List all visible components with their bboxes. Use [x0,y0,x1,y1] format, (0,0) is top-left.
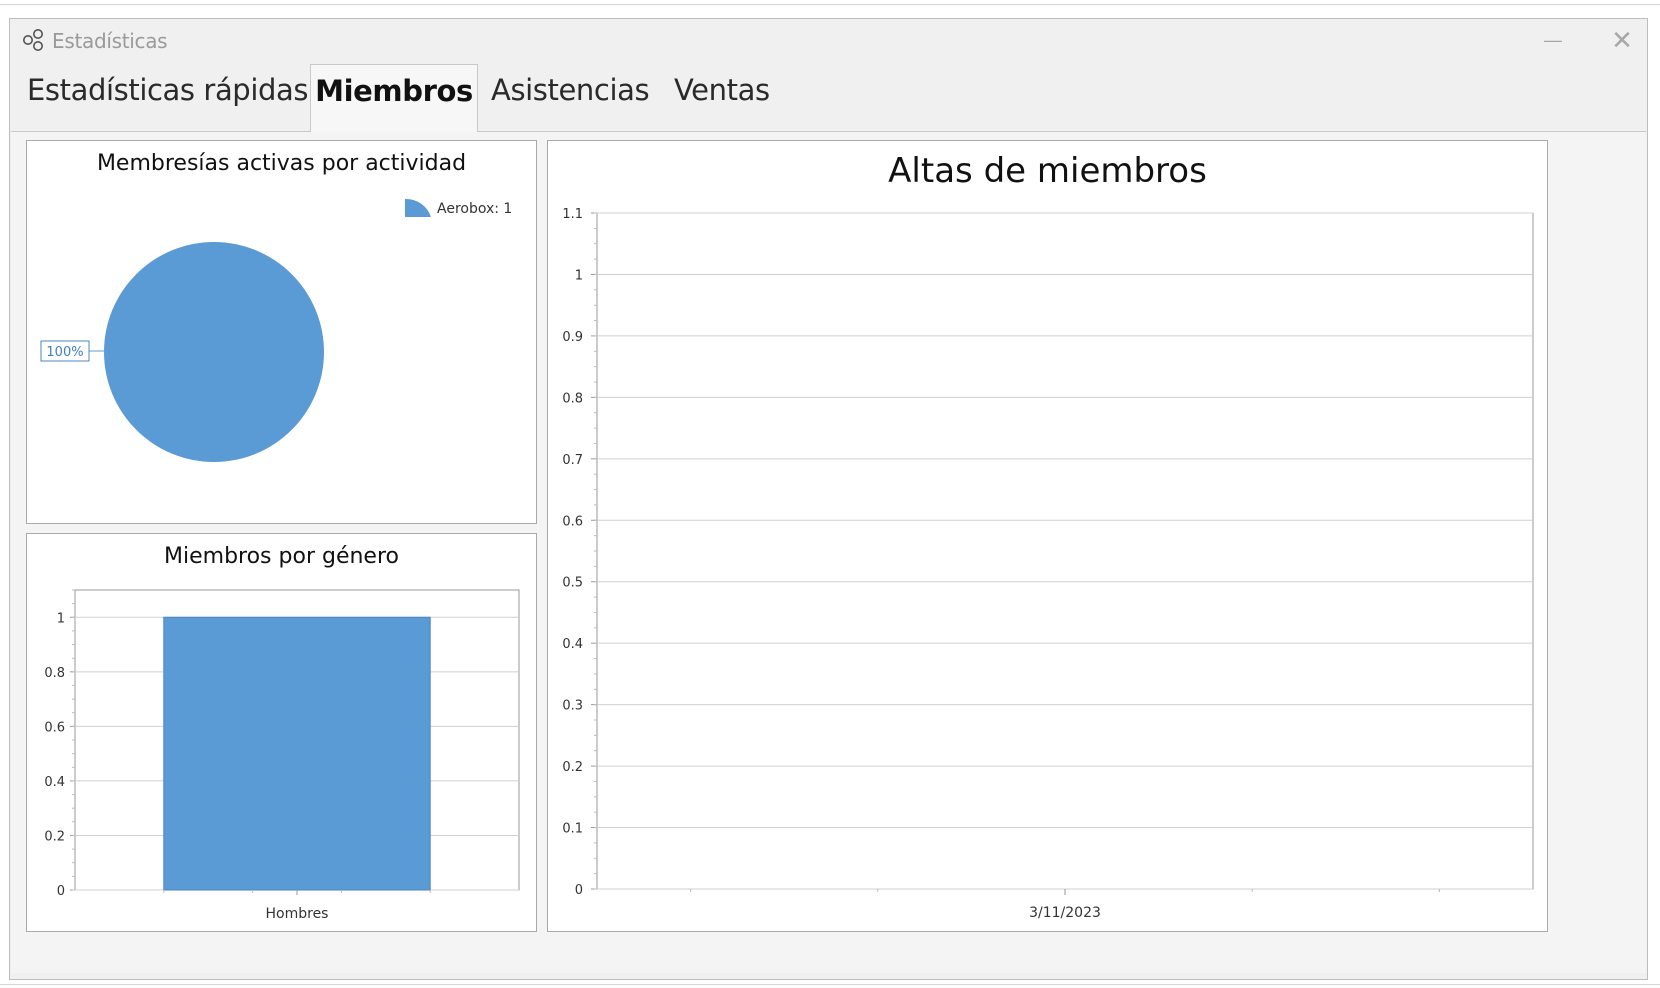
y-tick-label: 1.1 [562,207,583,222]
background-line [0,984,1660,985]
tab-quick-stats[interactable]: Estadísticas rápidas [27,64,317,132]
signups-line-panel: Altas de miembros 0 0.1 0.2 0.3 0.4 0.5 0.6 0.7… [547,140,1548,932]
y-tick-label: 0 [57,884,65,899]
tab-members[interactable]: Miembros [310,64,478,132]
y-tick-label: 0.4 [562,637,583,652]
y-tick-label: 1 [575,268,583,283]
y-tick-label: 0.2 [562,760,583,775]
y-tick-label: 0 [575,883,583,898]
y-tick-label: 0.8 [44,666,65,681]
y-tick-label: 0.8 [562,391,583,406]
x-tick-label: 3/11/2023 [1029,905,1101,921]
plot-area [596,212,1534,890]
x-tick-label: Hombres [266,906,329,922]
y-tick-label: 0.6 [562,514,583,529]
y-tick-label: 0.9 [562,330,583,345]
statistics-window: Estadísticas — ✕ Estadísticas rápidas Mi… [9,18,1648,980]
y-tick-label: 0.3 [562,699,583,714]
members-tab-page: Membresías activas por actividad 100% Aer… [11,131,1646,973]
pie-data-label: 100% [46,345,83,360]
y-tick-label: 0.6 [44,720,65,735]
background-line [0,4,1660,5]
window-title: Estadísticas [52,29,168,53]
y-tick-label: 0.2 [44,829,65,844]
bar [163,616,431,891]
y-tick-label: 0.4 [44,775,65,790]
y-tick-label: 0.5 [562,576,583,591]
legend-label: Aerobox: 1 [437,201,512,217]
close-button[interactable]: ✕ [1600,25,1644,55]
network-nodes-icon [23,29,43,51]
tab-attendance[interactable]: Asistencias [491,64,651,132]
title-bar[interactable]: Estadísticas — ✕ [10,19,1647,63]
tab-strip: Estadísticas rápidas Miembros Asistencia… [10,64,1647,132]
y-tick-label: 0.1 [562,822,583,837]
activity-pie-panel: Membresías activas por actividad 100% Aer… [26,140,537,524]
y-tick-label: 0.7 [562,453,583,468]
pie-slice [104,242,324,462]
minimize-button[interactable]: — [1531,25,1575,55]
gender-bar-panel: Miembros por género 0 0.2 0.4 0.6 0.8 1 Hombre… [26,533,537,932]
legend-swatch [405,198,431,217]
tab-sales[interactable]: Ventas [674,64,794,132]
y-tick-label: 1 [57,611,65,626]
